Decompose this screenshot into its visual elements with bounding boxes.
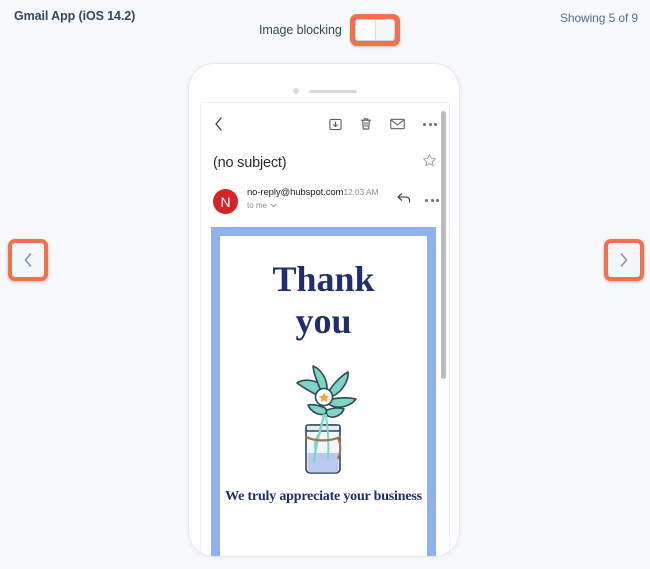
- speaker-bar-icon: [309, 89, 357, 93]
- plant-in-mason-jar-illustration: [220, 353, 427, 475]
- back-button[interactable]: [213, 116, 224, 132]
- star-outline-icon[interactable]: [422, 153, 437, 173]
- subject-row: (no subject): [201, 148, 449, 178]
- chevron-down-icon: [270, 201, 277, 210]
- image-blocking-label: Image blocking: [259, 23, 342, 37]
- toggle-knob: [355, 20, 376, 40]
- chevron-right-icon: [618, 252, 630, 268]
- image-blocking-control: Image blocking: [259, 14, 400, 46]
- recipient-row[interactable]: to me: [247, 201, 397, 210]
- page-title: Gmail App (iOS 14.2): [14, 9, 136, 23]
- previous-preview-button[interactable]: [8, 239, 48, 281]
- reply-icon[interactable]: [397, 191, 411, 209]
- top-toolbar: Gmail App (iOS 14.2) Image blocking Show…: [0, 0, 650, 46]
- more-horizontal-icon[interactable]: [425, 198, 439, 202]
- email-timestamp: 12:03 AM: [343, 187, 379, 197]
- envelope-icon[interactable]: [390, 118, 405, 130]
- email-heading: Thank you: [220, 258, 427, 343]
- mail-toolbar: [201, 103, 449, 145]
- sender-email: no-reply@hubspot.com: [247, 187, 344, 198]
- heading-line-1: Thank: [272, 259, 375, 299]
- heading-line-2: you: [295, 301, 352, 342]
- showing-count-label: Showing 5 of 9: [560, 11, 638, 25]
- more-horizontal-icon[interactable]: [423, 122, 437, 126]
- chevron-left-icon: [22, 252, 34, 268]
- camera-dot-icon: [293, 88, 299, 94]
- avatar: N: [213, 189, 238, 214]
- phone-mockup: (no subject) N no-reply@hubspot.com 12:0…: [188, 63, 460, 557]
- next-preview-button[interactable]: [604, 239, 644, 281]
- email-body: Thank you We truly appreciate your busin…: [211, 227, 436, 556]
- image-blocking-focus-ring: [349, 14, 400, 46]
- phone-notch: [189, 85, 459, 97]
- archive-icon[interactable]: [329, 118, 342, 131]
- phone-screen: (no subject) N no-reply@hubspot.com 12:0…: [200, 102, 450, 556]
- recipient-label: to me: [247, 201, 268, 210]
- email-subject: (no subject): [213, 155, 287, 171]
- trash-icon[interactable]: [360, 117, 372, 131]
- image-blocking-toggle[interactable]: [354, 19, 395, 41]
- screen-scrollbar[interactable]: [441, 111, 446, 379]
- email-footer-text: We truly appreciate your business: [225, 488, 422, 504]
- sender-row: N no-reply@hubspot.com 12:03 AM to me: [201, 183, 449, 225]
